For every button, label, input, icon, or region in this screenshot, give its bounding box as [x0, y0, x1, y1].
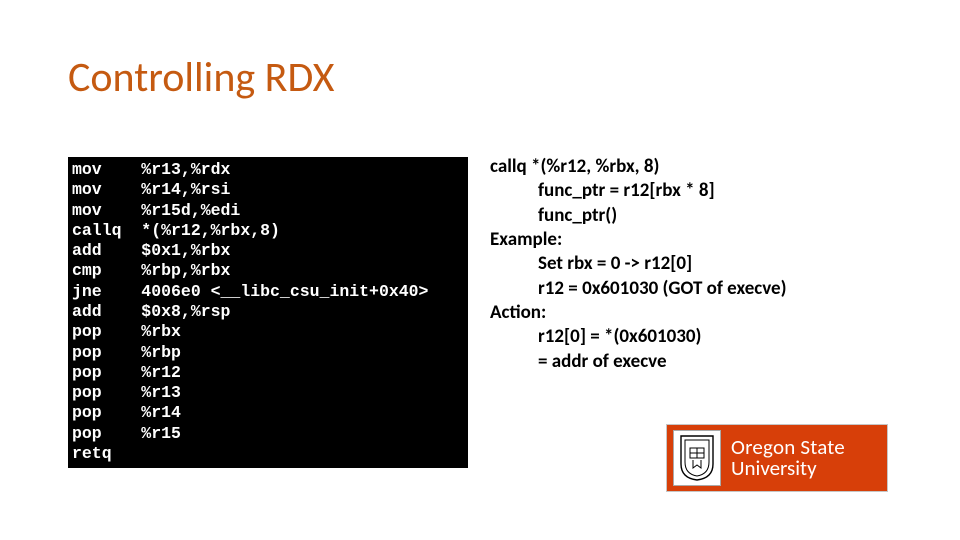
explanation-notes: callq *(%r12, %rbx, 8) func_ptr = r12[rb…	[490, 155, 930, 374]
logo-text: Oregon State University	[731, 437, 845, 479]
slide-title: Controlling RDX	[68, 52, 334, 103]
note-line: Example:	[490, 228, 930, 252]
logo-crest-icon	[673, 430, 721, 486]
note-line: func_ptr()	[490, 204, 930, 228]
asm-line: mov %r14,%rsi	[72, 180, 464, 200]
asm-line: cmp %rbp,%rbx	[72, 261, 464, 281]
asm-line: pop %rbp	[72, 343, 464, 363]
asm-line: callq *(%r12,%rbx,8)	[72, 221, 464, 241]
oregon-state-logo: Oregon State University	[666, 424, 888, 492]
note-line: = addr of execve	[490, 350, 930, 374]
assembly-code-block: mov %r13,%rdx mov %r14,%rsi mov %r15d,%e…	[68, 157, 468, 468]
asm-line: mov %r15d,%edi	[72, 201, 464, 221]
asm-line: pop %r13	[72, 383, 464, 403]
note-line: r12 = 0x601030 (GOT of execve)	[490, 277, 930, 301]
note-line: r12[0] = *(0x601030)	[490, 325, 930, 349]
note-line: callq *(%r12, %rbx, 8)	[490, 155, 930, 179]
note-line: Set rbx = 0 -> r12[0]	[490, 252, 930, 276]
note-line: Action:	[490, 301, 930, 325]
asm-line: pop %rbx	[72, 322, 464, 342]
slide: Controlling RDX mov %r13,%rdx mov %r14,%…	[0, 0, 960, 540]
asm-line: pop %r14	[72, 403, 464, 423]
asm-line: pop %r15	[72, 424, 464, 444]
note-line: func_ptr = r12[rbx * 8]	[490, 179, 930, 203]
asm-line: add $0x1,%rbx	[72, 241, 464, 261]
asm-line: add $0x8,%rsp	[72, 302, 464, 322]
asm-line: mov %r13,%rdx	[72, 160, 464, 180]
asm-line: jne 4006e0 <__libc_csu_init+0x40>	[72, 282, 464, 302]
logo-line2: University	[731, 458, 845, 479]
asm-line: retq	[72, 444, 464, 464]
asm-line: pop %r12	[72, 363, 464, 383]
